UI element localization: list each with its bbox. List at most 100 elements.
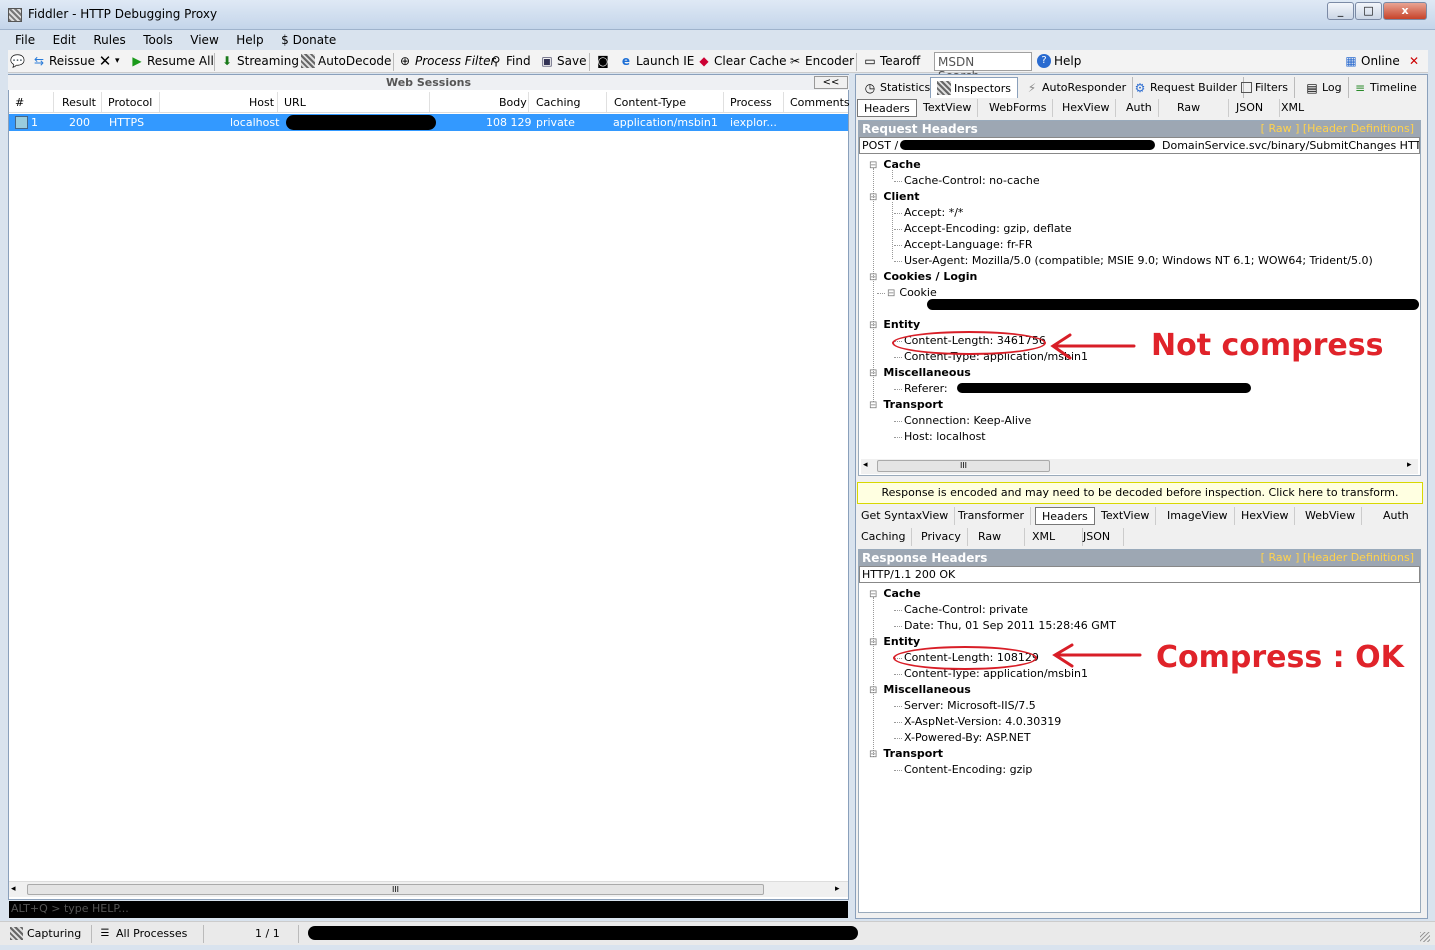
minimize-button[interactable]: _ [1327, 2, 1354, 20]
tree-item[interactable]: Date: Thu, 01 Sep 2011 15:28:46 GMT [894, 619, 1116, 632]
col-caching[interactable]: Caching [536, 96, 580, 109]
tree-item[interactable]: User-Agent: Mozilla/5.0 (compatible; MSI… [894, 254, 1373, 267]
req-tab-json[interactable]: JSON [1230, 99, 1280, 117]
online-close-icon[interactable]: ✕ [1409, 54, 1419, 68]
resp-tab-hexview[interactable]: HexView [1235, 507, 1296, 525]
scroll-thumb[interactable]: III [877, 460, 1050, 472]
tab-filters[interactable]: Filters [1235, 77, 1295, 98]
online-indicator[interactable]: ▦ Online [1344, 54, 1399, 68]
scroll-left-arrow-icon[interactable]: ◂ [863, 460, 868, 470]
tree-item[interactable]: Cache-Control: private [893, 603, 1028, 616]
tree-item-cookie[interactable]: ⊟ Cookie [877, 286, 937, 299]
resp-tab-webview[interactable]: WebView [1299, 507, 1363, 525]
autodecode-button[interactable]: AutoDecode [301, 54, 391, 68]
menu-view[interactable]: View [183, 31, 225, 49]
sessions-hscrollbar[interactable]: ◂ III ▸ [9, 881, 848, 897]
resp-tab-json[interactable]: JSON [1077, 528, 1124, 546]
tab-inspectors[interactable]: Inspectors [930, 77, 1019, 98]
tree-item-referer[interactable]: Referer: [894, 382, 948, 395]
resp-tab-raw[interactable]: Raw [972, 528, 1025, 546]
resp-tab-headers[interactable]: Headers [1035, 507, 1095, 525]
tree-item[interactable]: Host: localhost [894, 430, 986, 443]
scroll-left-arrow-icon[interactable]: ◂ [11, 884, 16, 894]
tab-statistics[interactable]: ◷ Statistics [857, 77, 938, 98]
capturing-indicator[interactable]: Capturing [10, 927, 81, 940]
tree-item[interactable]: Connection: Keep-Alive [893, 414, 1031, 427]
req-tab-headers[interactable]: Headers [857, 99, 917, 117]
session-row[interactable]: 1 200 HTTPS localhost 108 129 private ap… [9, 114, 848, 131]
resp-tab-xml[interactable]: XML [1026, 528, 1083, 546]
req-tab-textview[interactable]: TextView [917, 99, 979, 117]
response-header-links[interactable]: [ Raw ] [Header Definitions] [1261, 551, 1414, 564]
request-header-links[interactable]: [ Raw ] [Header Definitions] [1261, 122, 1414, 135]
tree-group-misc[interactable]: Miscellaneous [869, 683, 970, 696]
tree-group-transport[interactable]: Transport [869, 747, 943, 760]
menu-file[interactable]: File [8, 31, 42, 49]
help-button[interactable]: ? Help [1037, 54, 1081, 68]
resp-tab-syntaxview[interactable]: Get SyntaxView [855, 507, 956, 525]
streaming-button[interactable]: ⬇ Streaming [220, 54, 299, 68]
scroll-right-arrow-icon[interactable]: ▸ [835, 884, 840, 894]
col-protocol[interactable]: Protocol [108, 96, 152, 109]
tree-group-transport[interactable]: Transport [869, 398, 943, 411]
resp-tab-auth[interactable]: Auth [1377, 507, 1415, 525]
scroll-right-arrow-icon[interactable]: ▸ [1407, 460, 1412, 470]
tree-item[interactable]: X-Powered-By: ASP.NET [894, 731, 1031, 744]
remove-button[interactable]: ✕ ▾ [98, 54, 120, 69]
resp-tab-textview[interactable]: TextView [1095, 507, 1157, 525]
col-content-type[interactable]: Content-Type [614, 96, 686, 109]
tree-group-cache[interactable]: Cache [869, 158, 920, 171]
clear-cache-button[interactable]: ◆ Clear Cache [697, 54, 786, 68]
comment-button[interactable]: 💬 [10, 54, 25, 68]
screenshot-button[interactable]: ◙ [596, 54, 610, 68]
req-tab-raw[interactable]: Raw [1171, 99, 1229, 117]
maximize-button[interactable]: □ [1355, 2, 1382, 20]
tree-item[interactable]: Accept-Encoding: gzip, deflate [894, 222, 1072, 235]
req-tab-auth[interactable]: Auth [1120, 99, 1159, 117]
req-tab-webforms[interactable]: WebForms [983, 99, 1054, 117]
tree-item[interactable]: Cache-Control: no-cache [894, 174, 1040, 187]
scroll-thumb[interactable]: III [27, 884, 764, 895]
col-host[interactable]: Host [249, 96, 274, 109]
process-filter-status[interactable]: ☰ All Processes [98, 927, 188, 941]
tree-item[interactable]: Accept: */* [893, 206, 963, 219]
tree-item[interactable]: Server: Microsoft-IIS/7.5 [894, 699, 1036, 712]
request-hscrollbar[interactable]: ◂ III ▸ [861, 459, 1418, 474]
req-tab-xml[interactable]: XML [1275, 99, 1310, 117]
col-result[interactable]: Result [62, 96, 96, 109]
menu-edit[interactable]: Edit [46, 31, 83, 49]
tree-item[interactable]: Content-Encoding: gzip [893, 763, 1032, 776]
resume-all-button[interactable]: ▶ Resume All [130, 54, 213, 68]
menu-rules[interactable]: Rules [86, 31, 132, 49]
tearoff-button[interactable]: ▭ Tearoff [863, 54, 920, 68]
tree-group-entity[interactable]: Entity [869, 318, 920, 331]
col-comments[interactable]: Comments [790, 96, 850, 109]
tab-timeline[interactable]: ≡ Timeline [1347, 77, 1423, 98]
save-button[interactable]: ▣ Save [540, 54, 586, 68]
resp-tab-transformer[interactable]: Transformer [952, 507, 1032, 525]
find-button[interactable]: ⚲ Find [489, 54, 531, 68]
tree-item[interactable]: Accept-Language: fr-FR [894, 238, 1033, 251]
menu-help[interactable]: Help [229, 31, 270, 49]
resp-tab-privacy[interactable]: Privacy [915, 528, 968, 546]
tab-autoresponder[interactable]: ⚡ AutoResponder [1019, 77, 1134, 98]
menu-tools[interactable]: Tools [136, 31, 180, 49]
tab-request-builder[interactable]: ⚙ Request Builder [1127, 77, 1245, 98]
tree-group-cache[interactable]: Cache [869, 587, 920, 600]
tree-group-cookies[interactable]: Cookies / Login [869, 270, 977, 283]
resp-tab-caching[interactable]: Caching [855, 528, 913, 546]
quickexec-input[interactable]: ALT+Q > type HELP... [9, 901, 848, 918]
resize-grip-icon[interactable] [1420, 932, 1430, 942]
tree-group-client[interactable]: Client [869, 190, 919, 203]
tree-group-misc[interactable]: Miscellaneous [869, 366, 970, 379]
reissue-button[interactable]: ⇆ Reissue [32, 54, 95, 68]
col-body[interactable]: Body [499, 96, 527, 109]
menu-donate[interactable]: $ Donate [274, 31, 343, 49]
process-filter-button[interactable]: ⊕ Process Filter [398, 54, 495, 68]
tab-log[interactable]: ▤ Log [1299, 77, 1349, 98]
decode-warning-bar[interactable]: Response is encoded and may need to be d… [857, 482, 1423, 504]
col-process[interactable]: Process [730, 96, 772, 109]
tree-group-entity[interactable]: Entity [869, 635, 920, 648]
launch-ie-button[interactable]: e Launch IE [619, 54, 694, 68]
resp-tab-imageview[interactable]: ImageView [1161, 507, 1235, 525]
